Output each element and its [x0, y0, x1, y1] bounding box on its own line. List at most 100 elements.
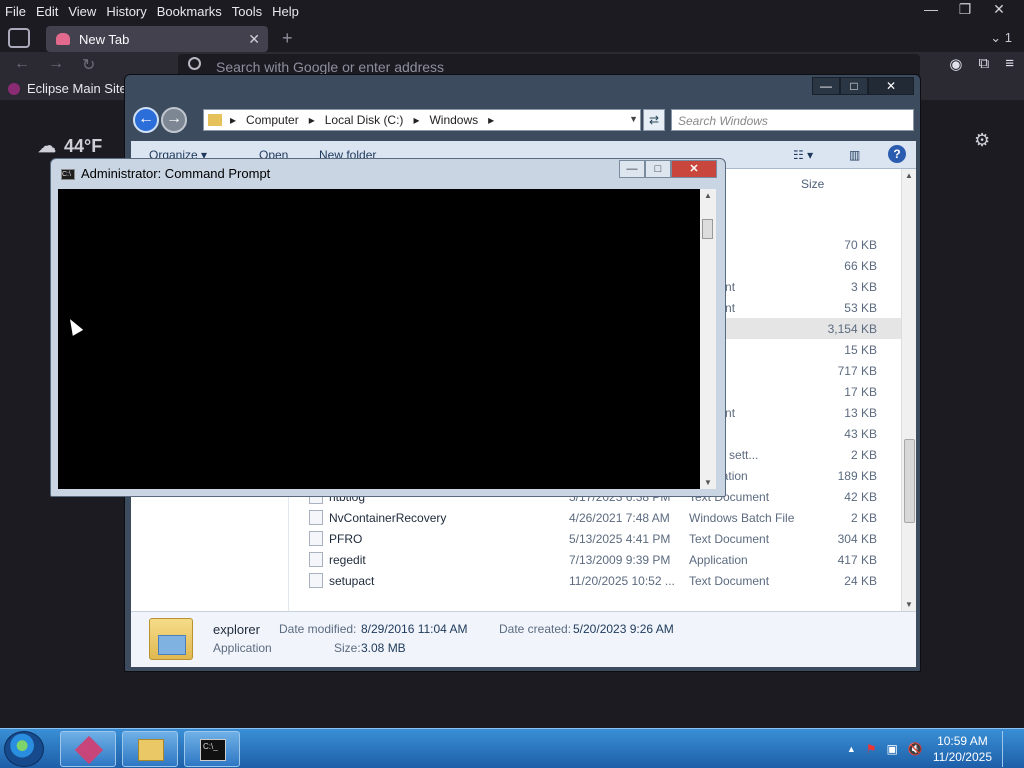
- file-name: PFRO: [329, 532, 363, 546]
- file-size: 70 KB: [844, 238, 877, 252]
- address-dropdown-icon[interactable]: ▼: [629, 114, 638, 124]
- start-button[interactable]: [4, 731, 44, 767]
- menu-history[interactable]: History: [101, 4, 151, 19]
- details-size-label: Size:: [334, 641, 361, 655]
- weather-widget[interactable]: ☁ 44°F: [38, 136, 102, 157]
- menu-bookmarks[interactable]: Bookmarks: [152, 4, 227, 19]
- explorer-close-icon[interactable]: ✕: [868, 77, 914, 95]
- url-placeholder: Search with Google or enter address: [216, 59, 445, 75]
- cmd-titlebar[interactable]: C:\ Administrator: Command Prompt — □ ✕: [51, 159, 725, 189]
- cmd-scroll-down-icon[interactable]: ▼: [704, 478, 712, 487]
- file-date: 7/13/2009 9:39 PM: [569, 553, 671, 567]
- details-size: 3.08 MB: [361, 641, 406, 655]
- file-name: setupact: [329, 574, 375, 588]
- view-options-icon[interactable]: ☷ ▾: [793, 148, 813, 162]
- cmd-scrollbar-thumb[interactable]: [702, 219, 713, 239]
- command-prompt-window: C:\ Administrator: Command Prompt — □ ✕ …: [50, 158, 726, 497]
- address-bar[interactable]: ▸ Computer ▸ Local Disk (C:) ▸ Windows ▸…: [203, 109, 641, 131]
- taskbar-explorer[interactable]: [122, 731, 178, 767]
- reload-icon[interactable]: ↻: [82, 55, 95, 75]
- menu-edit[interactable]: Edit: [31, 4, 63, 19]
- cmd-icon: C:\: [61, 169, 75, 180]
- action-center-icon[interactable]: ⚑: [866, 742, 877, 756]
- file-row[interactable]: PFRO 5/13/2025 4:41 PM Text Document 304 KB: [289, 528, 901, 549]
- refresh-icon[interactable]: ⇄: [643, 109, 665, 131]
- details-pane: explorer Application Date modified: 8/29…: [131, 611, 916, 667]
- file-row[interactable]: setupact 11/20/2025 10:52 ... Text Documen…: [289, 570, 901, 591]
- folder-icon: [208, 114, 222, 126]
- cmd-minimize-icon[interactable]: —: [619, 160, 645, 178]
- extensions-icon[interactable]: ⧉: [979, 55, 990, 73]
- account-icon[interactable]: ◉: [949, 55, 962, 73]
- bookmark-favicon-icon: [8, 82, 20, 95]
- scroll-up-icon[interactable]: ▲: [905, 171, 913, 180]
- menu-help[interactable]: Help: [267, 4, 304, 19]
- browser-tabbar: New Tab ✕ + ⌄ 1: [0, 24, 1024, 52]
- tab-close-icon[interactable]: ✕: [248, 31, 260, 48]
- minimize-icon[interactable]: —: [916, 0, 946, 20]
- explorer-search-input[interactable]: Search Windows: [671, 109, 914, 131]
- network-icon[interactable]: ▣: [887, 742, 898, 756]
- explorer-window-controls: — □ ✕: [812, 77, 914, 95]
- cmd-scrollbar[interactable]: ▲ ▼: [700, 189, 716, 489]
- breadcrumb-local-disk[interactable]: Local Disk (C:): [325, 113, 404, 127]
- show-desktop-button[interactable]: [1002, 731, 1012, 767]
- close-icon[interactable]: ✕: [984, 0, 1014, 20]
- clock[interactable]: 10:59 AM 11/20/2025: [933, 733, 992, 765]
- bookmark-eclipse[interactable]: Eclipse Main Site: [8, 81, 127, 96]
- file-size: 13 KB: [844, 406, 877, 420]
- show-hidden-icons-icon[interactable]: ▲: [847, 744, 856, 754]
- file-icon: [309, 510, 323, 525]
- forward-icon[interactable]: →: [48, 55, 64, 73]
- browser-window-controls: — ❐ ✕: [916, 0, 1014, 20]
- gear-icon[interactable]: ⚙: [974, 130, 990, 151]
- new-tab-icon[interactable]: +: [282, 28, 293, 49]
- menu-view[interactable]: View: [63, 4, 101, 19]
- scroll-down-icon[interactable]: ▼: [905, 600, 913, 609]
- file-type: Windows Batch File: [689, 511, 795, 525]
- taskbar-cmd[interactable]: C:\_: [184, 731, 240, 767]
- cmd-window-controls: — □ ✕: [619, 160, 717, 178]
- menu-tools[interactable]: Tools: [227, 4, 267, 19]
- cmd-console[interactable]: [58, 189, 700, 489]
- preview-pane-icon[interactable]: ▥: [849, 148, 860, 162]
- explorer-back-icon[interactable]: ←: [133, 107, 159, 133]
- help-icon[interactable]: ?: [888, 145, 906, 163]
- file-size: 43 KB: [844, 427, 877, 441]
- explorer-forward-icon[interactable]: →: [161, 107, 187, 133]
- volume-muted-icon[interactable]: 🔇: [908, 742, 923, 756]
- explorer-minimize-icon[interactable]: —: [812, 77, 840, 95]
- breadcrumb-computer[interactable]: Computer: [246, 113, 299, 127]
- cmd-maximize-icon[interactable]: □: [645, 160, 671, 178]
- file-size: 3 KB: [850, 280, 877, 294]
- restore-icon[interactable]: ❐: [950, 0, 980, 20]
- file-size: 304 KB: [837, 532, 877, 546]
- file-size: 3,154 KB: [827, 322, 877, 336]
- file-row[interactable]: NvContainerRecovery 4/26/2021 7:48 AM Wind…: [289, 507, 901, 528]
- breadcrumb-windows[interactable]: Windows: [429, 113, 478, 127]
- tab-new-tab[interactable]: New Tab ✕: [46, 26, 268, 52]
- scrollbar-thumb[interactable]: [904, 439, 915, 523]
- file-size: 53 KB: [844, 301, 877, 315]
- tab-list-icon[interactable]: [8, 28, 30, 48]
- cmd-close-icon[interactable]: ✕: [671, 160, 717, 178]
- explorer-maximize-icon[interactable]: □: [840, 77, 868, 95]
- file-size: 42 KB: [844, 490, 877, 504]
- cmd-title: Administrator: Command Prompt: [81, 166, 271, 181]
- explorer-address-row: ← → ▸ Computer ▸ Local Disk (C:) ▸ Windo…: [131, 105, 916, 135]
- back-icon[interactable]: ←: [14, 55, 30, 73]
- hamburger-menu-icon[interactable]: ≡: [1005, 55, 1014, 73]
- file-type: Text Document: [689, 574, 770, 588]
- cmd-taskbar-icon: C:\_: [200, 739, 226, 761]
- cmd-scroll-up-icon[interactable]: ▲: [704, 191, 712, 200]
- file-row[interactable]: regedit 7/13/2009 9:39 PM Application 417 K…: [289, 549, 901, 570]
- menu-file[interactable]: File: [0, 4, 31, 19]
- tab-count-label: 1: [1004, 30, 1012, 45]
- file-size: 24 KB: [844, 574, 877, 588]
- bookmark-label: Eclipse Main Site: [27, 81, 127, 96]
- details-modified-label: Date modified:: [279, 622, 357, 636]
- tab-count[interactable]: ⌄ 1: [990, 30, 1012, 46]
- file-list-scrollbar[interactable]: ▲ ▼: [901, 169, 916, 611]
- file-size: 2 KB: [850, 511, 877, 525]
- taskbar-firefox[interactable]: [60, 731, 116, 767]
